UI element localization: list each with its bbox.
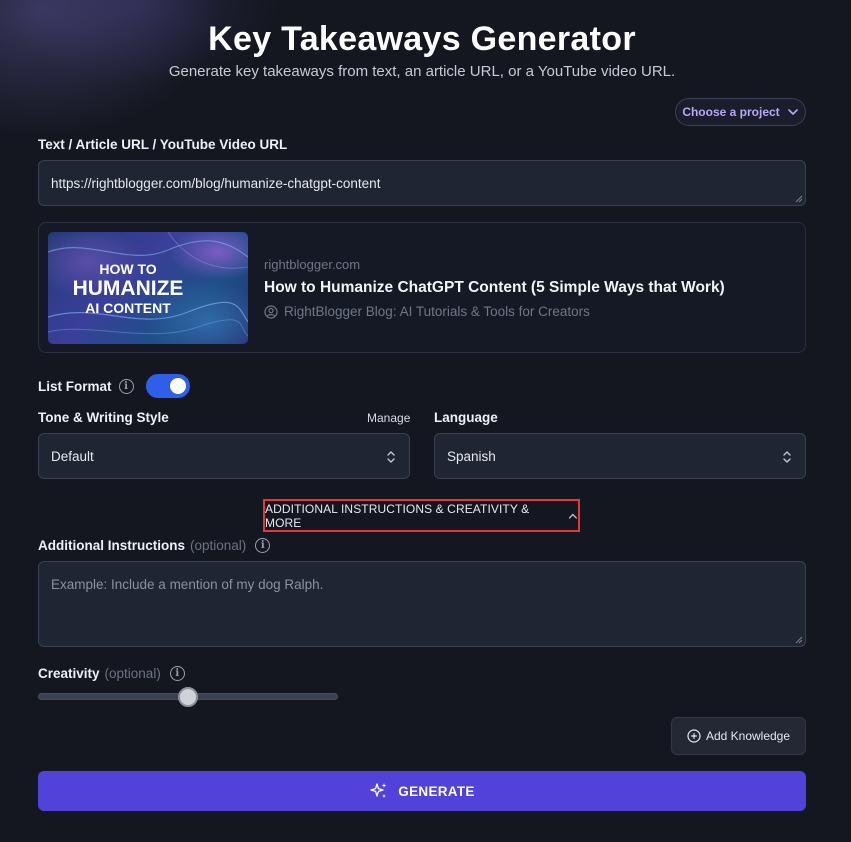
page-subtitle: Generate key takeaways from text, an art…	[168, 63, 676, 80]
creativity-optional: (optional)	[104, 666, 161, 681]
preview-title: How to Humanize ChatGPT Content (5 Simpl…	[264, 279, 725, 296]
page-title: Key Takeaways Generator	[208, 20, 636, 58]
source-url-input[interactable]: https://rightblogger.com/blog/humanize-c…	[38, 160, 806, 206]
generate-label: GENERATE	[398, 783, 475, 799]
list-format-label: List Format	[38, 378, 112, 394]
list-format-row: List Format i	[38, 374, 190, 398]
chevron-down-icon	[787, 109, 798, 115]
preview-author-text: RightBlogger Blog: AI Tutorials & Tools …	[284, 304, 590, 319]
chevron-up-icon	[569, 513, 578, 519]
instructions-label: Additional Instructions	[38, 538, 185, 553]
resize-grip-icon[interactable]	[795, 636, 803, 644]
sparkles-icon	[370, 783, 387, 798]
language-label: Language	[434, 410, 498, 425]
manage-tones-link[interactable]: Manage	[367, 411, 410, 425]
toggle-knob	[169, 378, 186, 394]
chevron-up-down-icon	[387, 451, 395, 463]
choose-project-label: Choose a project	[682, 105, 780, 119]
language-select[interactable]: Spanish	[434, 433, 806, 479]
list-format-toggle[interactable]	[145, 374, 190, 398]
link-preview-card[interactable]: HOW TO HUMANIZE AI CONTENT rightblogger.…	[38, 222, 806, 353]
instructions-optional: (optional)	[190, 538, 247, 553]
instructions-placeholder: Example: Include a mention of my dog Ral…	[51, 577, 324, 592]
tone-select-value: Default	[51, 449, 94, 464]
preview-thumbnail: HOW TO HUMANIZE AI CONTENT	[48, 232, 248, 344]
info-icon[interactable]: i	[118, 378, 134, 394]
source-label: Text / Article URL / YouTube Video URL	[38, 137, 288, 152]
generate-button[interactable]: GENERATE	[38, 771, 806, 811]
creativity-label: Creativity	[38, 666, 100, 681]
preview-domain: rightblogger.com	[264, 257, 361, 272]
language-select-value: Spanish	[447, 449, 496, 464]
choose-project-button[interactable]: Choose a project	[675, 98, 806, 126]
additional-instructions-textarea[interactable]: Example: Include a mention of my dog Ral…	[38, 561, 806, 647]
info-icon[interactable]: i	[255, 538, 271, 553]
tone-select[interactable]: Default	[38, 433, 410, 479]
plus-circle-icon	[687, 729, 701, 743]
thumbnail-line-2: HUMANIZE	[72, 277, 184, 300]
source-url-value: https://rightblogger.com/blog/humanize-c…	[51, 176, 381, 191]
user-circle-icon	[264, 304, 278, 319]
chevron-up-down-icon	[783, 451, 791, 463]
creativity-slider-thumb[interactable]	[178, 687, 198, 707]
instructions-label-row: Additional Instructions (optional) i	[38, 538, 271, 553]
preview-author: RightBlogger Blog: AI Tutorials & Tools …	[264, 304, 590, 319]
add-knowledge-button[interactable]: Add Knowledge	[671, 717, 806, 755]
resize-grip-icon[interactable]	[795, 195, 803, 203]
additional-options-toggle[interactable]: ADDITIONAL INSTRUCTIONS & CREATIVITY & M…	[263, 499, 580, 532]
additional-options-label: ADDITIONAL INSTRUCTIONS & CREATIVITY & M…	[265, 501, 530, 530]
info-icon[interactable]: i	[169, 666, 185, 681]
thumbnail-line-3: AI CONTENT	[85, 300, 171, 316]
add-knowledge-label: Add Knowledge	[705, 729, 791, 743]
thumbnail-line-1: HOW TO	[99, 261, 157, 277]
tone-label: Tone & Writing Style	[38, 410, 169, 425]
creativity-label-row: Creativity (optional) i	[38, 666, 185, 681]
thumbnail-text: HOW TO HUMANIZE AI CONTENT	[48, 262, 208, 315]
